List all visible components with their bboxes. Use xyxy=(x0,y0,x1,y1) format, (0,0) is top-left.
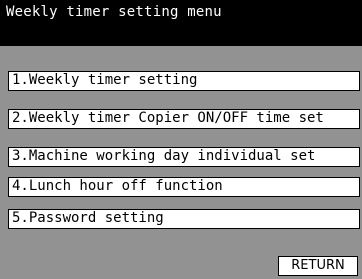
page-title: Weekly timer setting menu xyxy=(0,0,362,46)
menu-item-password-setting[interactable]: 5.Password setting xyxy=(8,209,360,229)
menu-item-working-day-individual-set[interactable]: 3.Machine working day individual set xyxy=(8,147,360,167)
menu-item-label: 4.Lunch hour off function xyxy=(12,178,223,194)
menu-item-label: 1.Weekly timer setting xyxy=(12,72,198,88)
menu-item-label: 3.Machine working day individual set xyxy=(12,148,316,164)
page-title-text: Weekly timer setting menu xyxy=(6,4,222,20)
menu-item-label: 5.Password setting xyxy=(12,210,164,226)
return-button[interactable]: RETURN xyxy=(278,256,358,276)
menu-item-lunch-hour-off[interactable]: 4.Lunch hour off function xyxy=(8,177,360,197)
menu-item-label: 2.Weekly timer Copier ON/OFF time set xyxy=(12,110,324,126)
menu-item-copier-on-off-time-set[interactable]: 2.Weekly timer Copier ON/OFF time set xyxy=(8,109,360,129)
menu-item-weekly-timer-setting[interactable]: 1.Weekly timer setting xyxy=(8,71,360,91)
return-button-label: RETURN xyxy=(291,258,345,273)
